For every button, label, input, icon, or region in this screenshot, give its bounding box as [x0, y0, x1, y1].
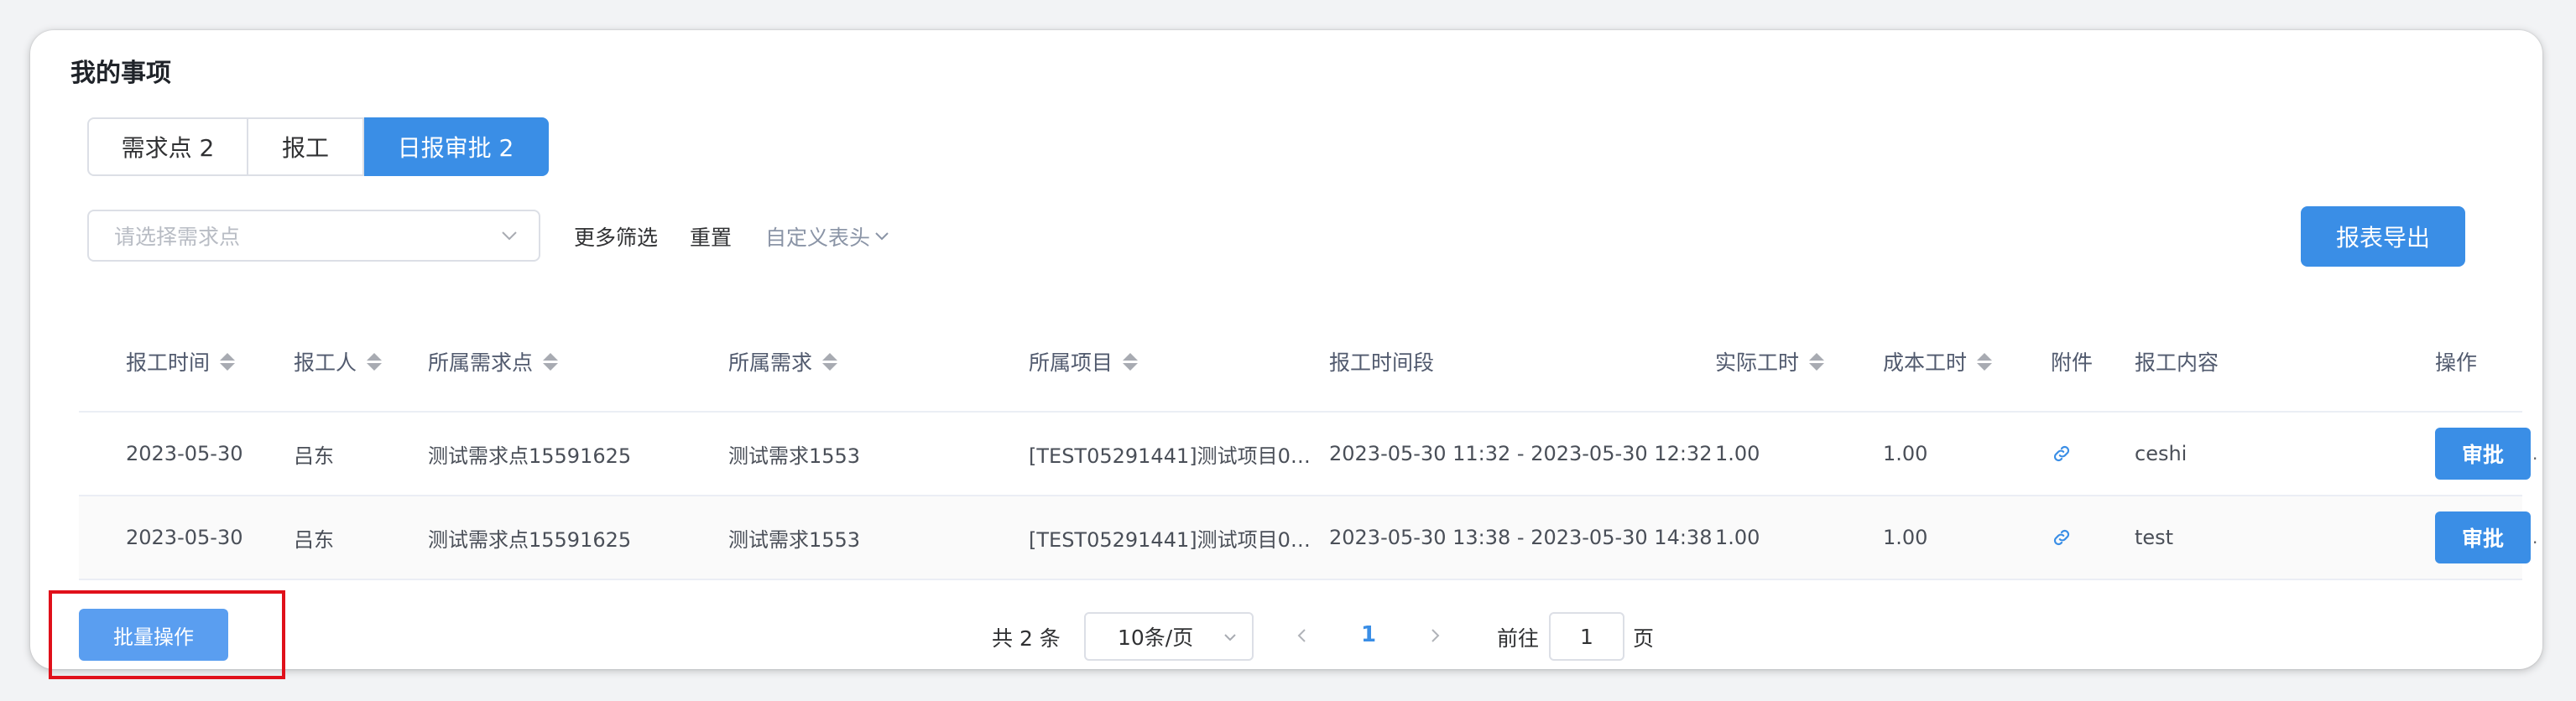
cell-actual-hours: 1.00	[1715, 526, 1760, 549]
goto-page-input[interactable]: 1	[1549, 612, 1624, 661]
col-header-period: 报工时间段	[1329, 350, 1435, 375]
sort-icon[interactable]	[1123, 352, 1139, 371]
cell-demand: 测试需求1553	[728, 527, 861, 552]
cell-date: 2023-05-30	[126, 442, 243, 465]
sort-icon[interactable]	[1809, 352, 1825, 371]
table-row: 2023-05-30 吕东 测试需求点15591625 测试需求1553 [TE…	[79, 413, 2537, 496]
pagination-total: 共 2 条	[992, 626, 1061, 651]
cell-cost-hours: 1.00	[1883, 526, 1928, 549]
goto-label: 前往	[1497, 626, 1540, 651]
col-header-content: 报工内容	[2135, 350, 2219, 375]
cell-date: 2023-05-30	[126, 526, 243, 549]
action-cell: 审批	[2435, 496, 2531, 579]
custom-header-button[interactable]: 自定义表头	[765, 221, 890, 252]
approval-table: 报工时间 报工人 所属需求点 所属需求 所属项目 报工时间段 实际工时 成本工时…	[79, 312, 2537, 580]
col-header-demand[interactable]: 所属需求	[728, 312, 838, 411]
col-header-cost-hours[interactable]: 成本工时	[1883, 312, 1993, 411]
sort-icon[interactable]	[822, 352, 838, 371]
select-placeholder: 请选择需求点	[114, 225, 241, 249]
chevron-right-icon	[1431, 629, 1440, 642]
approve-button[interactable]: 审批	[2435, 511, 2531, 563]
cell-content: test	[2135, 526, 2174, 549]
link-icon[interactable]	[2051, 527, 2073, 548]
reset-button[interactable]: 重置	[690, 221, 732, 252]
sort-icon[interactable]	[1977, 352, 1993, 371]
link-icon[interactable]	[2051, 443, 2073, 465]
tab-group: 需求点 2 报工 日报审批 2	[87, 117, 549, 176]
page-size-select[interactable]: 10条/页	[1084, 612, 1254, 661]
chevron-down-icon	[1220, 627, 1240, 652]
page-size-value: 10条/页	[1118, 626, 1194, 650]
export-report-button[interactable]: 报表导出	[2301, 206, 2465, 267]
col-header-reporter[interactable]: 报工人	[294, 312, 383, 411]
cell-period: 2023-05-30 13:38 - 2023-05-30 14:38	[1329, 526, 1713, 549]
cell-project: [TEST05291441]测试项目0…	[1029, 527, 1311, 552]
col-header-action: 操作	[2435, 350, 2478, 375]
cell-demand-point: 测试需求点15591625	[428, 527, 632, 552]
approve-button[interactable]: 审批	[2435, 428, 2531, 480]
prev-page-button[interactable]	[1292, 626, 1312, 649]
tab-demand-points[interactable]: 需求点 2	[87, 117, 248, 176]
cell-demand-point: 测试需求点15591625	[428, 444, 632, 468]
overflow-mark: .	[2532, 527, 2538, 548]
col-header-attachment: 附件	[2051, 350, 2094, 375]
sort-icon[interactable]	[220, 352, 236, 371]
table-header: 报工时间 报工人 所属需求点 所属需求 所属项目 报工时间段 实际工时 成本工时…	[79, 312, 2522, 413]
custom-header-label: 自定义表头	[765, 226, 871, 250]
cell-person: 吕东	[294, 444, 334, 468]
chevron-down-icon	[498, 225, 520, 252]
cell-content: ceshi	[2135, 442, 2188, 465]
cell-project: [TEST05291441]测试项目0…	[1029, 444, 1311, 468]
overflow-mark: .	[2532, 444, 2538, 464]
sort-icon[interactable]	[543, 352, 559, 371]
tab-report-work[interactable]: 报工	[248, 117, 364, 176]
sort-icon[interactable]	[367, 352, 383, 371]
col-header-actual-hours[interactable]: 实际工时	[1715, 312, 1825, 411]
cell-cost-hours: 1.00	[1883, 442, 1928, 465]
demand-point-select[interactable]: 请选择需求点	[87, 210, 540, 262]
batch-operation-button[interactable]: 批量操作	[79, 609, 228, 661]
col-header-project[interactable]: 所属项目	[1029, 312, 1139, 411]
page-number-current[interactable]: 1	[1361, 622, 1376, 647]
cell-person: 吕东	[294, 527, 334, 552]
chevron-down-icon	[873, 225, 890, 249]
cell-demand: 测试需求1553	[728, 444, 861, 468]
page-suffix: 页	[1633, 626, 1655, 651]
my-items-card: 我的事项 需求点 2 报工 日报审批 2 请选择需求点 更多筛选 重置 自定义表…	[30, 30, 2542, 679]
tab-daily-approval[interactable]: 日报审批 2	[364, 117, 549, 176]
chevron-left-icon	[1297, 629, 1306, 642]
col-header-report-time[interactable]: 报工时间	[126, 312, 236, 411]
more-filters-button[interactable]: 更多筛选	[574, 221, 658, 252]
cell-period: 2023-05-30 11:32 - 2023-05-30 12:32	[1329, 442, 1713, 465]
action-cell: 审批	[2435, 413, 2531, 495]
table-row: 2023-05-30 吕东 测试需求点15591625 测试需求1553 [TE…	[79, 496, 2537, 580]
col-header-demand-point[interactable]: 所属需求点	[428, 312, 559, 411]
attachment-cell	[2051, 413, 2073, 495]
attachment-cell	[2051, 496, 2073, 579]
cell-actual-hours: 1.00	[1715, 442, 1760, 465]
page-title: 我的事项	[70, 59, 171, 88]
next-page-button[interactable]	[1425, 626, 1445, 649]
